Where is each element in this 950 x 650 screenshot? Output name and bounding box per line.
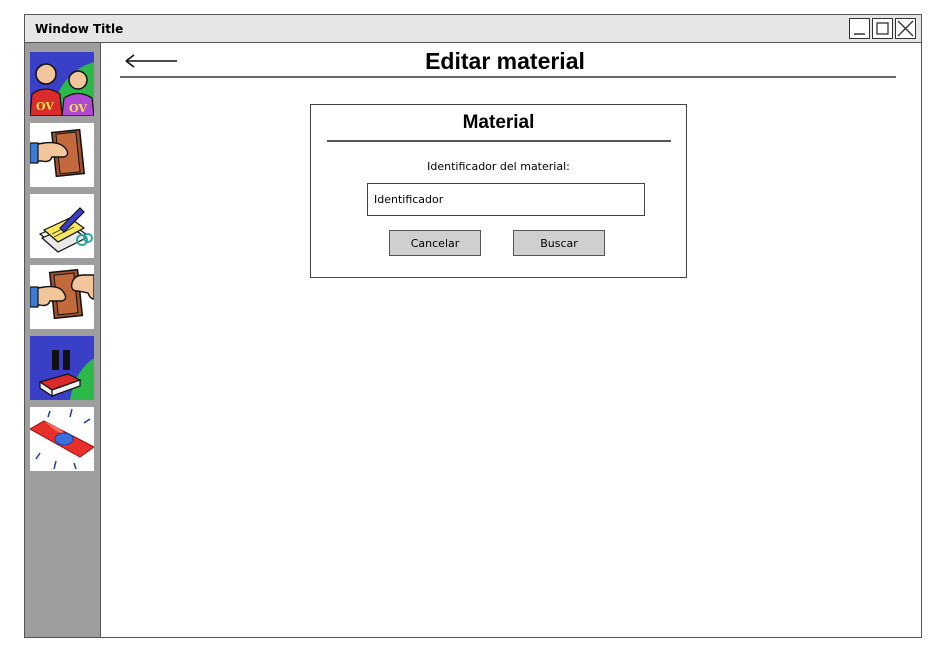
- user-badge-left: OV: [36, 100, 54, 113]
- title-divider: [120, 76, 896, 78]
- page-title: Editar material: [425, 48, 585, 74]
- panel-title: Material: [462, 112, 535, 133]
- material-id-input[interactable]: [367, 183, 645, 216]
- material-panel: Material Identificador del material: Can…: [310, 104, 687, 278]
- maximize-icon[interactable]: [872, 18, 893, 39]
- search-button[interactable]: Buscar: [513, 230, 605, 256]
- hand-book-icon[interactable]: [30, 123, 94, 187]
- papers-pen-icon[interactable]: [30, 194, 94, 258]
- panel-divider: [327, 140, 671, 142]
- material-id-label: Identificador del material:: [427, 160, 570, 173]
- cancel-button[interactable]: Cancelar: [389, 230, 481, 256]
- user-badge-right: OV: [69, 102, 87, 115]
- window-title: Window Title: [35, 22, 124, 36]
- book-exchange-icon[interactable]: [30, 265, 94, 329]
- title-bar: Window Title: [25, 15, 921, 43]
- alert-light-icon[interactable]: [30, 407, 94, 471]
- arrow-left-icon[interactable]: [123, 51, 179, 71]
- sidebar: OV OV: [25, 43, 101, 637]
- close-icon[interactable]: [895, 18, 916, 39]
- book-pause-icon[interactable]: [30, 336, 94, 400]
- users-icon[interactable]: OV OV: [30, 52, 94, 116]
- minimize-icon[interactable]: [849, 18, 870, 39]
- app-window: Window Title OV OV Editar material Mater…: [24, 14, 922, 638]
